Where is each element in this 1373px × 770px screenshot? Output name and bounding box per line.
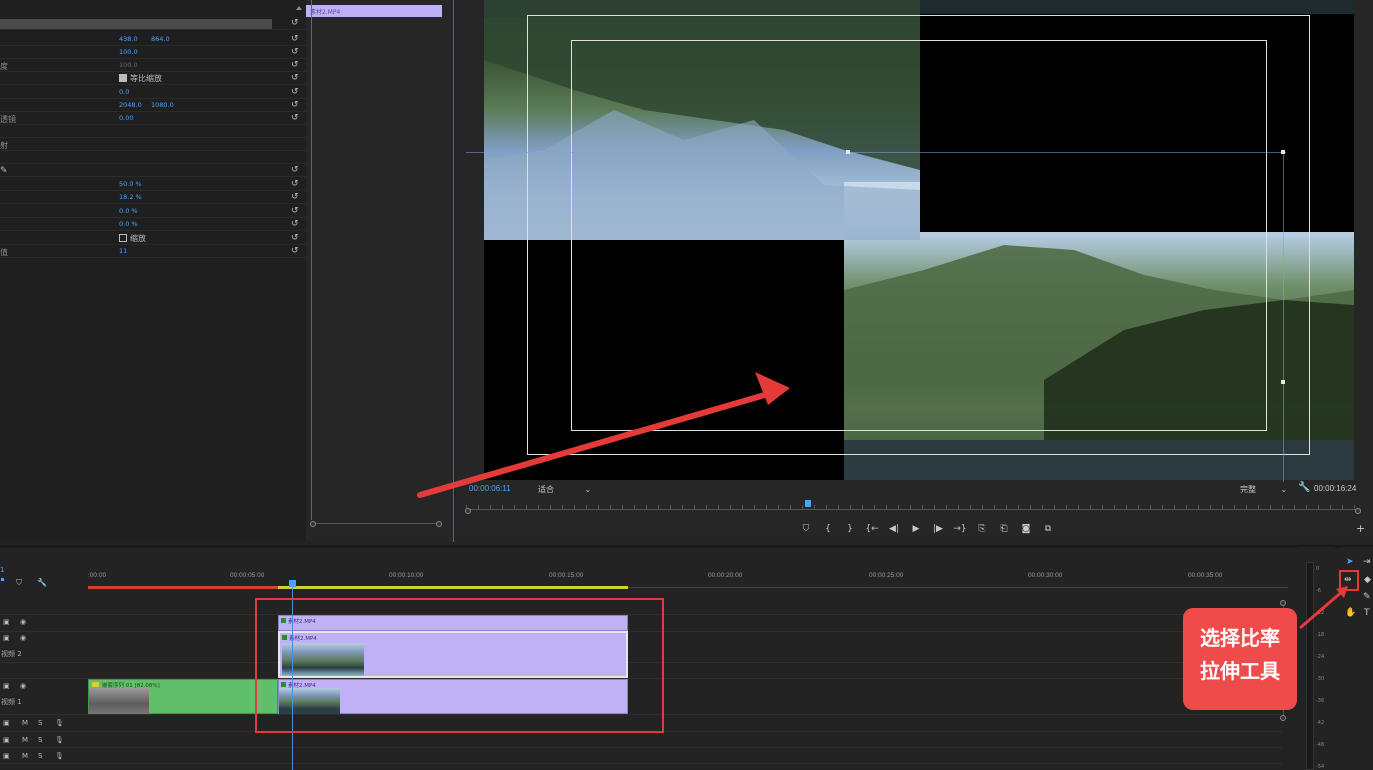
callout-line-2: 拉伸工具 <box>1200 659 1280 683</box>
callout-line-1: 选择比率 <box>1200 626 1280 650</box>
annotation-arrows <box>417 372 1348 630</box>
highlight-clips-box <box>255 598 664 733</box>
tool-callout: 选择比率 拉伸工具 <box>1183 608 1297 710</box>
highlight-tool-box <box>1339 570 1359 591</box>
